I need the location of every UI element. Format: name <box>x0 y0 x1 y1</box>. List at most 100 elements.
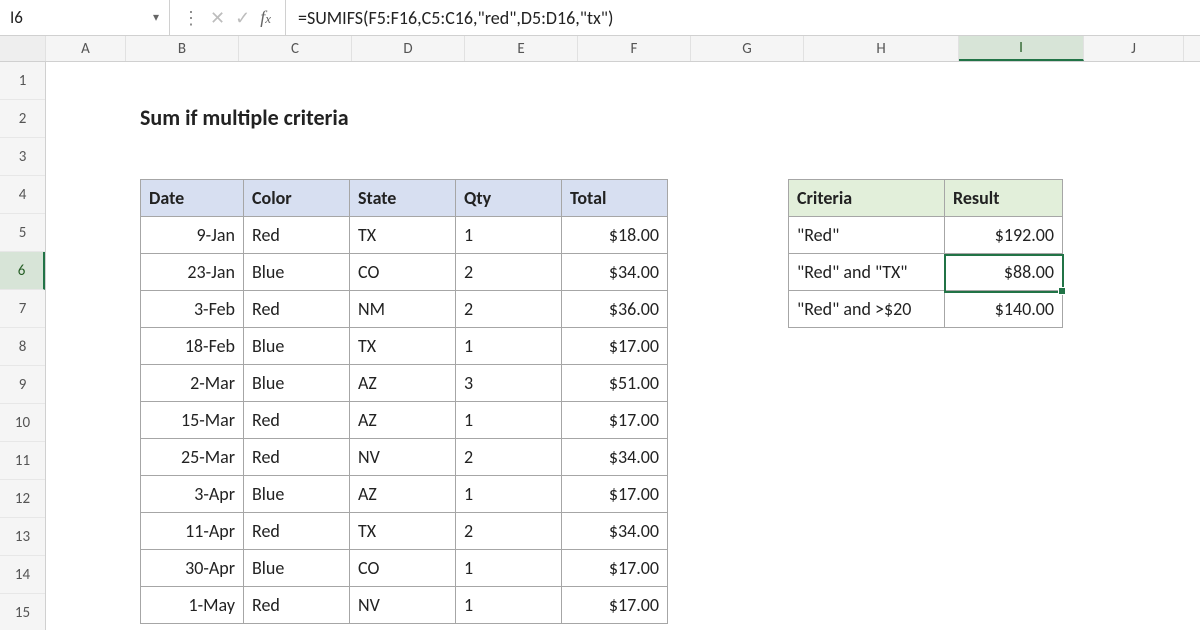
cell-color[interactable]: Red <box>244 513 350 550</box>
fx-icon[interactable]: fx <box>260 7 273 28</box>
row-header-10[interactable]: 10 <box>0 404 45 442</box>
row-header-2[interactable]: 2 <box>0 100 45 138</box>
row-header-7[interactable]: 7 <box>0 290 45 328</box>
enter-icon[interactable]: ✓ <box>235 7 250 29</box>
cell-date[interactable]: 30-Apr <box>141 550 244 587</box>
cell-result[interactable]: $192.00 <box>945 217 1063 254</box>
cell-total[interactable]: $34.00 <box>562 254 668 291</box>
row-header-12[interactable]: 12 <box>0 480 45 518</box>
col-header-e[interactable]: E <box>465 36 578 61</box>
cell-date[interactable]: 9-Jan <box>141 217 244 254</box>
formula-input[interactable]: =SUMIFS(F5:F16,C5:C16,"red",D5:D16,"tx") <box>286 7 625 29</box>
cell-date[interactable]: 15-Mar <box>141 402 244 439</box>
cell-color[interactable]: Red <box>244 402 350 439</box>
drag-handle-icon[interactable]: ⋮ <box>182 7 200 29</box>
cell-state[interactable]: NV <box>350 439 456 476</box>
worksheet-area[interactable]: Sum if multiple criteria Date Color Stat… <box>46 62 1200 630</box>
cell-qty[interactable]: 2 <box>456 291 562 328</box>
cell-total[interactable]: $17.00 <box>562 476 668 513</box>
row-header-9[interactable]: 9 <box>0 366 45 404</box>
row-header-14[interactable]: 14 <box>0 556 45 594</box>
cancel-icon[interactable]: ✕ <box>210 7 225 29</box>
cell-color[interactable]: Blue <box>244 365 350 402</box>
row-header-1[interactable]: 1 <box>0 62 45 100</box>
cell-total[interactable]: $17.00 <box>562 402 668 439</box>
row-header-6[interactable]: 6 <box>0 252 45 290</box>
cell-total[interactable]: $18.00 <box>562 217 668 254</box>
cell-total[interactable]: $36.00 <box>562 291 668 328</box>
cell-total[interactable]: $34.00 <box>562 439 668 476</box>
cell-total[interactable]: $17.00 <box>562 587 668 624</box>
header-state[interactable]: State <box>350 180 456 217</box>
cell-color[interactable]: Red <box>244 439 350 476</box>
cell-color[interactable]: Red <box>244 217 350 254</box>
cell-date[interactable]: 3-Apr <box>141 476 244 513</box>
chevron-down-icon[interactable]: ▾ <box>153 10 159 25</box>
cell-total[interactable]: $17.00 <box>562 328 668 365</box>
cell-color[interactable]: Blue <box>244 550 350 587</box>
cell-qty[interactable]: 1 <box>456 402 562 439</box>
cell-state[interactable]: AZ <box>350 365 456 402</box>
row-header-5[interactable]: 5 <box>0 214 45 252</box>
cell-criteria[interactable]: "Red" and >$20 <box>789 291 945 328</box>
col-header-g[interactable]: G <box>691 36 804 61</box>
cell-color[interactable]: Red <box>244 587 350 624</box>
cell-qty[interactable]: 1 <box>456 217 562 254</box>
col-header-c[interactable]: C <box>239 36 352 61</box>
row-header-4[interactable]: 4 <box>0 176 45 214</box>
cell-date[interactable]: 11-Apr <box>141 513 244 550</box>
cell-qty[interactable]: 1 <box>456 587 562 624</box>
col-header-a[interactable]: A <box>46 36 126 61</box>
cell-total[interactable]: $34.00 <box>562 513 668 550</box>
cell-color[interactable]: Blue <box>244 476 350 513</box>
cell-criteria[interactable]: "Red" <box>789 217 945 254</box>
cell-qty[interactable]: 1 <box>456 328 562 365</box>
row-header-3[interactable]: 3 <box>0 138 45 176</box>
cell-total[interactable]: $17.00 <box>562 550 668 587</box>
col-header-j[interactable]: J <box>1084 36 1184 61</box>
cell-state[interactable]: NM <box>350 291 456 328</box>
cell-qty[interactable]: 2 <box>456 254 562 291</box>
cell-state[interactable]: TX <box>350 217 456 254</box>
cell-color[interactable]: Blue <box>244 328 350 365</box>
cell-state[interactable]: TX <box>350 513 456 550</box>
cell-date[interactable]: 2-Mar <box>141 365 244 402</box>
col-header-d[interactable]: D <box>352 36 465 61</box>
header-color[interactable]: Color <box>244 180 350 217</box>
cell-criteria[interactable]: "Red" and "TX" <box>789 254 945 291</box>
cell-date[interactable]: 23-Jan <box>141 254 244 291</box>
cell-color[interactable]: Red <box>244 291 350 328</box>
cell-state[interactable]: AZ <box>350 402 456 439</box>
cell-qty[interactable]: 3 <box>456 365 562 402</box>
row-header-8[interactable]: 8 <box>0 328 45 366</box>
cell-qty[interactable]: 1 <box>456 476 562 513</box>
row-header-13[interactable]: 13 <box>0 518 45 556</box>
cell-color[interactable]: Blue <box>244 254 350 291</box>
header-total[interactable]: Total <box>562 180 668 217</box>
row-header-11[interactable]: 11 <box>0 442 45 480</box>
cell-date[interactable]: 18-Feb <box>141 328 244 365</box>
cell-qty[interactable]: 2 <box>456 513 562 550</box>
cell-state[interactable]: CO <box>350 254 456 291</box>
col-header-b[interactable]: B <box>126 36 239 61</box>
name-box[interactable]: I6 ▾ <box>0 0 170 35</box>
header-qty[interactable]: Qty <box>456 180 562 217</box>
cell-result[interactable]: $88.00 <box>945 254 1063 291</box>
cell-state[interactable]: AZ <box>350 476 456 513</box>
cell-qty[interactable]: 1 <box>456 550 562 587</box>
row-header-15[interactable]: 15 <box>0 594 45 630</box>
cell-state[interactable]: TX <box>350 328 456 365</box>
cell-date[interactable]: 25-Mar <box>141 439 244 476</box>
cell-state[interactable]: NV <box>350 587 456 624</box>
header-criteria[interactable]: Criteria <box>789 180 945 217</box>
cell-state[interactable]: CO <box>350 550 456 587</box>
col-header-f[interactable]: F <box>578 36 691 61</box>
cell-total[interactable]: $51.00 <box>562 365 668 402</box>
col-header-i[interactable]: I <box>959 36 1084 61</box>
cell-qty[interactable]: 2 <box>456 439 562 476</box>
header-date[interactable]: Date <box>141 180 244 217</box>
header-result[interactable]: Result <box>945 180 1063 217</box>
select-all-corner[interactable] <box>0 36 46 61</box>
cell-date[interactable]: 1-May <box>141 587 244 624</box>
cell-date[interactable]: 3-Feb <box>141 291 244 328</box>
